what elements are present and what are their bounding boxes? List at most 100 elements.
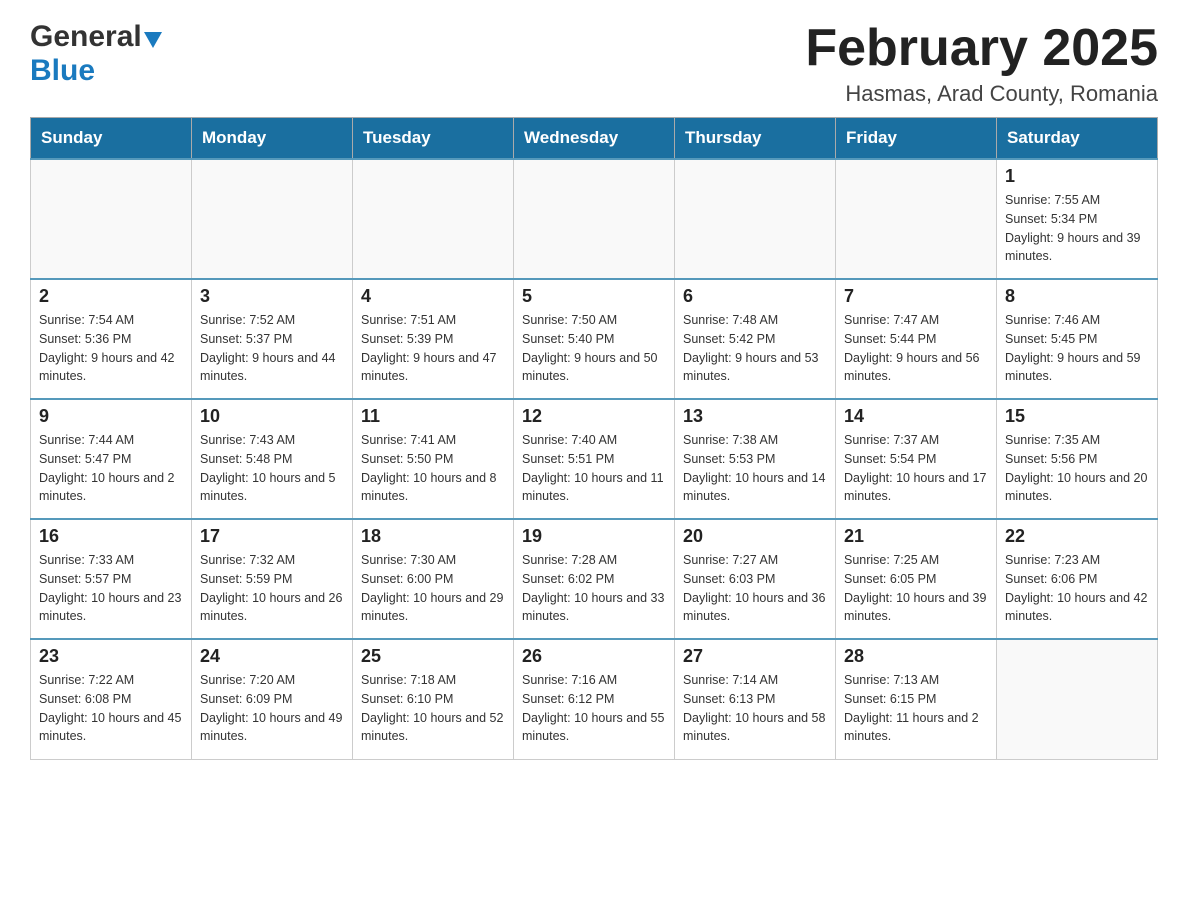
day-number: 22 <box>1005 526 1149 547</box>
calendar-day-cell: 10 Sunrise: 7:43 AMSunset: 5:48 PMDayligh… <box>192 399 353 519</box>
calendar-week-row: 23 Sunrise: 7:22 AMSunset: 6:08 PMDayligh… <box>31 639 1158 759</box>
day-number: 28 <box>844 646 988 667</box>
day-info: Sunrise: 7:18 AMSunset: 6:10 PMDaylight:… <box>361 671 505 746</box>
day-of-week-header: Monday <box>192 118 353 160</box>
calendar-day-cell: 21 Sunrise: 7:25 AMSunset: 6:05 PMDayligh… <box>836 519 997 639</box>
calendar-day-cell: 18 Sunrise: 7:30 AMSunset: 6:00 PMDayligh… <box>353 519 514 639</box>
calendar-week-row: 2Sunrise: 7:54 AMSunset: 5:36 PMDaylight… <box>31 279 1158 399</box>
day-info: Sunrise: 7:44 AMSunset: 5:47 PMDaylight:… <box>39 431 183 506</box>
page-header: General Blue February 2025 Hasmas, Arad … <box>30 20 1158 107</box>
day-number: 3 <box>200 286 344 307</box>
month-title: February 2025 <box>805 20 1158 77</box>
day-number: 4 <box>361 286 505 307</box>
logo-triangle-icon <box>144 32 162 48</box>
day-info: Sunrise: 7:40 AMSunset: 5:51 PMDaylight:… <box>522 431 666 506</box>
calendar-day-cell: 24Sunrise: 7:20 AMSunset: 6:09 PMDayligh… <box>192 639 353 759</box>
calendar-day-cell: 2Sunrise: 7:54 AMSunset: 5:36 PMDaylight… <box>31 279 192 399</box>
day-info: Sunrise: 7:23 AMSunset: 6:06 PMDaylight:… <box>1005 551 1149 626</box>
calendar-day-cell: 17 Sunrise: 7:32 AMSunset: 5:59 PMDayligh… <box>192 519 353 639</box>
logo: General Blue <box>30 20 162 88</box>
day-info: Sunrise: 7:41 AMSunset: 5:50 PMDaylight:… <box>361 431 505 506</box>
calendar-day-cell <box>31 159 192 279</box>
day-info: Sunrise: 7:13 AMSunset: 6:15 PMDaylight:… <box>844 671 988 746</box>
day-info: Sunrise: 7:48 AMSunset: 5:42 PMDaylight:… <box>683 311 827 386</box>
location-title: Hasmas, Arad County, Romania <box>805 81 1158 107</box>
calendar-day-cell: 4Sunrise: 7:51 AMSunset: 5:39 PMDaylight… <box>353 279 514 399</box>
day-number: 19 <box>522 526 666 547</box>
day-number: 10 <box>200 406 344 427</box>
day-info: Sunrise: 7:28 AMSunset: 6:02 PMDaylight:… <box>522 551 666 626</box>
day-number: 18 <box>361 526 505 547</box>
calendar-day-cell <box>514 159 675 279</box>
calendar-day-cell: 9 Sunrise: 7:44 AMSunset: 5:47 PMDaylight… <box>31 399 192 519</box>
calendar-day-cell: 16Sunrise: 7:33 AMSunset: 5:57 PMDayligh… <box>31 519 192 639</box>
day-info: Sunrise: 7:32 AMSunset: 5:59 PMDaylight:… <box>200 551 344 626</box>
day-info: Sunrise: 7:46 AMSunset: 5:45 PMDaylight:… <box>1005 311 1149 386</box>
calendar-day-cell: 20 Sunrise: 7:27 AMSunset: 6:03 PMDayligh… <box>675 519 836 639</box>
day-number: 1 <box>1005 166 1149 187</box>
day-info: Sunrise: 7:43 AMSunset: 5:48 PMDaylight:… <box>200 431 344 506</box>
calendar-day-cell: 25 Sunrise: 7:18 AMSunset: 6:10 PMDayligh… <box>353 639 514 759</box>
day-info: Sunrise: 7:47 AMSunset: 5:44 PMDaylight:… <box>844 311 988 386</box>
day-number: 7 <box>844 286 988 307</box>
calendar-day-cell: 6Sunrise: 7:48 AMSunset: 5:42 PMDaylight… <box>675 279 836 399</box>
calendar-week-row: 9 Sunrise: 7:44 AMSunset: 5:47 PMDaylight… <box>31 399 1158 519</box>
day-of-week-header: Friday <box>836 118 997 160</box>
day-number: 8 <box>1005 286 1149 307</box>
logo-general-text: General <box>30 20 142 54</box>
calendar-day-cell: 28 Sunrise: 7:13 AMSunset: 6:15 PMDayligh… <box>836 639 997 759</box>
calendar-header-row: SundayMondayTuesdayWednesdayThursdayFrid… <box>31 118 1158 160</box>
calendar-day-cell: 22 Sunrise: 7:23 AMSunset: 6:06 PMDayligh… <box>997 519 1158 639</box>
calendar-table: SundayMondayTuesdayWednesdayThursdayFrid… <box>30 117 1158 760</box>
calendar-day-cell: 7 Sunrise: 7:47 AMSunset: 5:44 PMDaylight… <box>836 279 997 399</box>
calendar-day-cell <box>192 159 353 279</box>
day-number: 17 <box>200 526 344 547</box>
calendar-day-cell: 1Sunrise: 7:55 AMSunset: 5:34 PMDaylight… <box>997 159 1158 279</box>
day-number: 13 <box>683 406 827 427</box>
calendar-day-cell: 8 Sunrise: 7:46 AMSunset: 5:45 PMDaylight… <box>997 279 1158 399</box>
day-number: 14 <box>844 406 988 427</box>
day-number: 16 <box>39 526 183 547</box>
day-of-week-header: Saturday <box>997 118 1158 160</box>
calendar-week-row: 1Sunrise: 7:55 AMSunset: 5:34 PMDaylight… <box>31 159 1158 279</box>
day-info: Sunrise: 7:52 AMSunset: 5:37 PMDaylight:… <box>200 311 344 386</box>
day-info: Sunrise: 7:50 AMSunset: 5:40 PMDaylight:… <box>522 311 666 386</box>
calendar-day-cell: 3 Sunrise: 7:52 AMSunset: 5:37 PMDaylight… <box>192 279 353 399</box>
logo-blue-text: Blue <box>30 54 95 87</box>
calendar-day-cell: 14 Sunrise: 7:37 AMSunset: 5:54 PMDayligh… <box>836 399 997 519</box>
calendar-day-cell: 27 Sunrise: 7:14 AMSunset: 6:13 PMDayligh… <box>675 639 836 759</box>
calendar-day-cell: 15 Sunrise: 7:35 AMSunset: 5:56 PMDayligh… <box>997 399 1158 519</box>
day-info: Sunrise: 7:54 AMSunset: 5:36 PMDaylight:… <box>39 311 183 386</box>
day-number: 9 <box>39 406 183 427</box>
day-info: Sunrise: 7:35 AMSunset: 5:56 PMDaylight:… <box>1005 431 1149 506</box>
calendar-day-cell <box>836 159 997 279</box>
day-number: 21 <box>844 526 988 547</box>
day-number: 20 <box>683 526 827 547</box>
day-number: 25 <box>361 646 505 667</box>
day-info: Sunrise: 7:25 AMSunset: 6:05 PMDaylight:… <box>844 551 988 626</box>
calendar-day-cell: 23 Sunrise: 7:22 AMSunset: 6:08 PMDayligh… <box>31 639 192 759</box>
day-number: 15 <box>1005 406 1149 427</box>
calendar-day-cell <box>997 639 1158 759</box>
calendar-day-cell: 12 Sunrise: 7:40 AMSunset: 5:51 PMDayligh… <box>514 399 675 519</box>
day-info: Sunrise: 7:30 AMSunset: 6:00 PMDaylight:… <box>361 551 505 626</box>
day-info: Sunrise: 7:22 AMSunset: 6:08 PMDaylight:… <box>39 671 183 746</box>
day-of-week-header: Wednesday <box>514 118 675 160</box>
day-info: Sunrise: 7:16 AMSunset: 6:12 PMDaylight:… <box>522 671 666 746</box>
calendar-day-cell: 13Sunrise: 7:38 AMSunset: 5:53 PMDayligh… <box>675 399 836 519</box>
day-info: Sunrise: 7:27 AMSunset: 6:03 PMDaylight:… <box>683 551 827 626</box>
day-number: 26 <box>522 646 666 667</box>
day-of-week-header: Sunday <box>31 118 192 160</box>
calendar-day-cell: 26 Sunrise: 7:16 AMSunset: 6:12 PMDayligh… <box>514 639 675 759</box>
day-number: 5 <box>522 286 666 307</box>
day-number: 23 <box>39 646 183 667</box>
day-info: Sunrise: 7:14 AMSunset: 6:13 PMDaylight:… <box>683 671 827 746</box>
day-info: Sunrise: 7:37 AMSunset: 5:54 PMDaylight:… <box>844 431 988 506</box>
day-number: 12 <box>522 406 666 427</box>
calendar-day-cell <box>675 159 836 279</box>
day-number: 11 <box>361 406 505 427</box>
calendar-week-row: 16Sunrise: 7:33 AMSunset: 5:57 PMDayligh… <box>31 519 1158 639</box>
day-of-week-header: Thursday <box>675 118 836 160</box>
day-number: 27 <box>683 646 827 667</box>
calendar-day-cell: 19 Sunrise: 7:28 AMSunset: 6:02 PMDayligh… <box>514 519 675 639</box>
